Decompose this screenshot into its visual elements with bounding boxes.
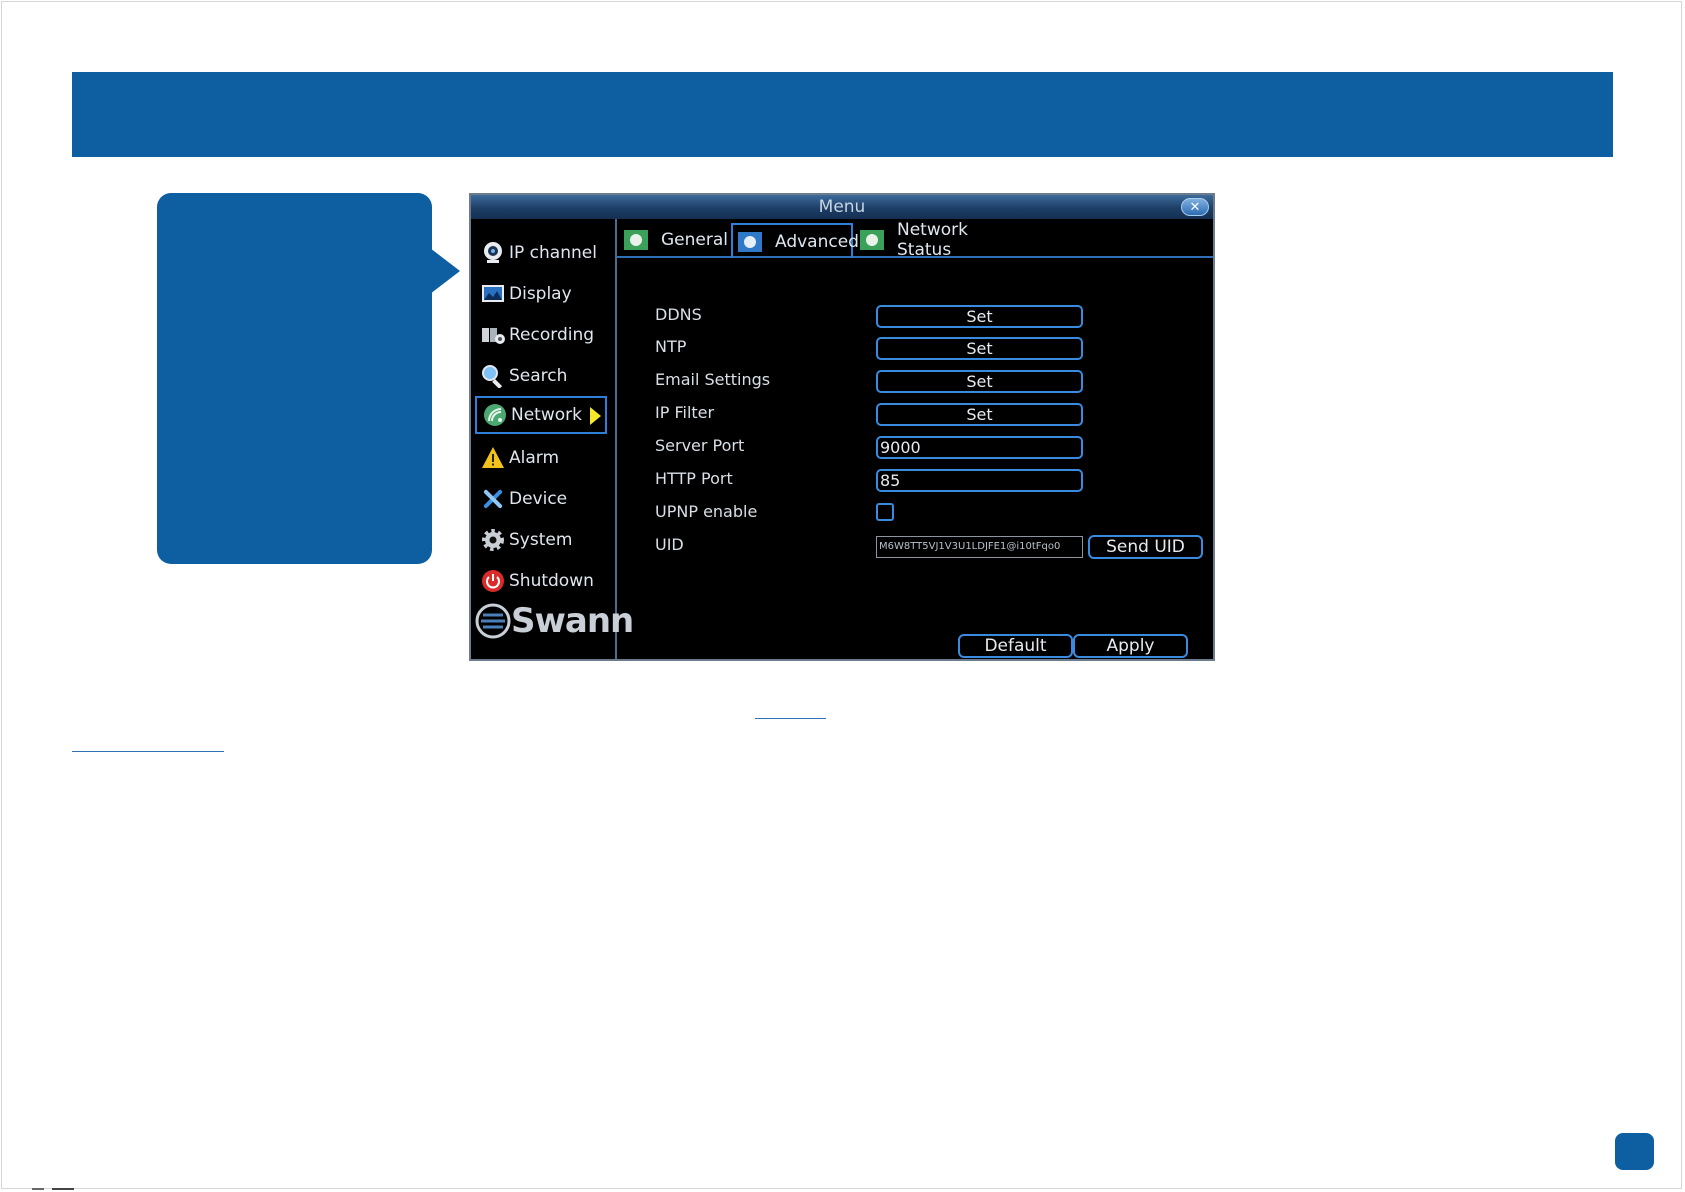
warning-icon bbox=[481, 446, 505, 470]
sidebar-item-label: Display bbox=[509, 284, 572, 304]
window-title: Menu bbox=[471, 195, 1213, 219]
email-set-button[interactable]: Set bbox=[876, 370, 1083, 393]
magnifier-icon bbox=[481, 364, 505, 388]
settings-page-icon bbox=[738, 231, 762, 252]
server-port-input[interactable]: 9000 bbox=[876, 436, 1083, 459]
tools-icon bbox=[481, 487, 505, 511]
selected-arrow-icon bbox=[590, 407, 601, 425]
sidebar-item-recording[interactable]: Recording bbox=[475, 316, 603, 354]
ntp-label: NTP bbox=[655, 337, 687, 356]
callout-box bbox=[157, 193, 432, 564]
sidebar-item-label: IP channel bbox=[509, 243, 597, 263]
http-port-label: HTTP Port bbox=[655, 469, 733, 488]
sidebar-item-search[interactable]: Search bbox=[475, 357, 603, 395]
swann-logo: Swann bbox=[475, 599, 634, 643]
sidebar-item-network[interactable]: Network bbox=[475, 396, 607, 434]
sidebar-item-label: Recording bbox=[509, 325, 595, 345]
email-settings-label: Email Settings bbox=[655, 370, 771, 389]
display-icon bbox=[481, 282, 505, 306]
link-underline[interactable] bbox=[755, 718, 826, 719]
send-uid-button[interactable]: Send UID bbox=[1088, 535, 1203, 559]
sidebar-item-shutdown[interactable]: Shutdown bbox=[475, 562, 603, 600]
ddns-set-button[interactable]: Set bbox=[876, 305, 1083, 328]
http-port-input[interactable]: 85 bbox=[876, 469, 1083, 492]
close-icon: ✕ bbox=[1189, 200, 1201, 215]
sidebar-item-display[interactable]: Display bbox=[475, 275, 603, 313]
sidebar-item-label: Search bbox=[509, 366, 568, 386]
power-icon bbox=[481, 569, 505, 593]
sidebar-item-label: System bbox=[509, 530, 573, 550]
tab-label: General bbox=[661, 229, 728, 250]
upnp-enable-label: UPNP enable bbox=[655, 502, 758, 521]
settings-page-icon bbox=[860, 229, 884, 250]
tab-label: Advanced bbox=[775, 231, 859, 252]
default-button[interactable]: Default bbox=[958, 634, 1073, 658]
settings-page-icon bbox=[624, 229, 648, 250]
apply-button[interactable]: Apply bbox=[1073, 634, 1188, 658]
sidebar-item-device[interactable]: Device bbox=[475, 480, 603, 518]
webcam-icon bbox=[481, 241, 505, 265]
ddns-label: DDNS bbox=[655, 305, 702, 324]
sidebar-item-ip-channel[interactable]: IP channel bbox=[475, 234, 603, 272]
sidebar: IP channel Display Recording Search Netw… bbox=[471, 219, 634, 659]
gear-icon bbox=[481, 528, 505, 552]
close-button[interactable]: ✕ bbox=[1181, 198, 1209, 216]
server-port-label: Server Port bbox=[655, 436, 745, 455]
tab-label: Network Status bbox=[897, 219, 968, 260]
tab-advanced[interactable]: Advanced bbox=[731, 223, 859, 258]
sidebar-item-system[interactable]: System bbox=[475, 521, 603, 559]
sidebar-item-label: Shutdown bbox=[509, 571, 594, 591]
sidebar-item-label: Network bbox=[511, 405, 582, 425]
tab-network-status[interactable]: Network Status bbox=[855, 220, 1025, 260]
sidebar-item-alarm[interactable]: Alarm bbox=[475, 439, 603, 477]
dvr-menu-window: Menu ✕ IP channel Display Recording Sear bbox=[469, 193, 1215, 661]
sidebar-item-label: Device bbox=[509, 489, 568, 509]
swann-globe-icon bbox=[475, 603, 511, 639]
ntp-set-button[interactable]: Set bbox=[876, 337, 1083, 360]
uid-label: UID bbox=[655, 535, 684, 554]
ip-filter-set-button[interactable]: Set bbox=[876, 403, 1083, 426]
link-underline[interactable] bbox=[72, 751, 224, 752]
upnp-checkbox[interactable] bbox=[876, 503, 894, 521]
ip-filter-label: IP Filter bbox=[655, 403, 715, 422]
tab-bar: General Advanced Network Status bbox=[617, 219, 1213, 260]
swann-logo-text: Swann bbox=[511, 601, 634, 641]
sidebar-item-label: Alarm bbox=[509, 448, 560, 468]
page-number-badge bbox=[1615, 1133, 1654, 1170]
recording-icon bbox=[481, 323, 505, 347]
callout-pointer bbox=[430, 248, 460, 294]
uid-field: M6W8TT5VJ1V3U1LDJFE1@i10tFqo0 bbox=[876, 536, 1083, 558]
bottom-edge-marks bbox=[32, 1188, 74, 1190]
network-icon bbox=[483, 403, 507, 427]
tab-general[interactable]: General bbox=[619, 223, 728, 256]
header-bar bbox=[72, 72, 1613, 157]
